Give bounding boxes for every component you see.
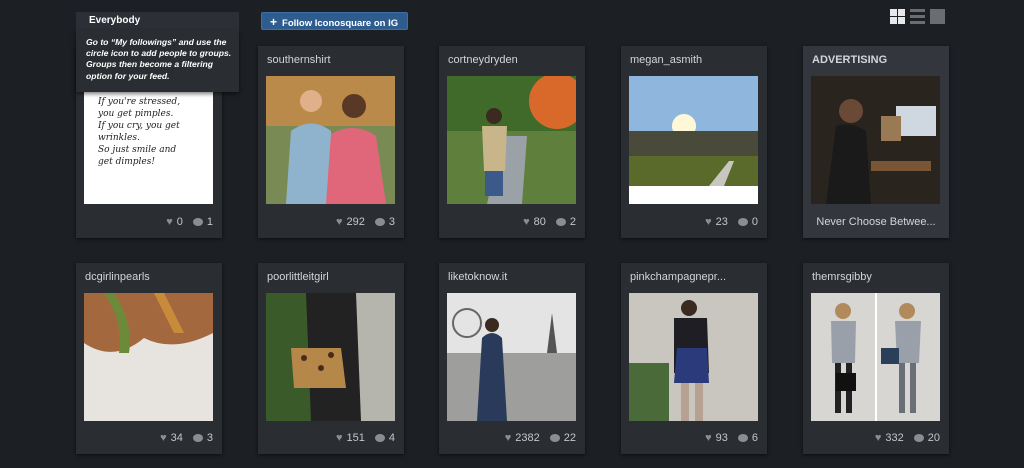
username[interactable]: pinkchampagnepr... [630, 271, 760, 283]
like-count: 34 [170, 432, 183, 444]
post-photo[interactable] [629, 76, 758, 204]
like-count: 23 [715, 216, 728, 228]
heart-icon[interactable]: ♥ [705, 432, 712, 444]
post-stats: ♥ 93 6 [705, 432, 758, 444]
feed-card[interactable]: liketoknow.it ♥ 2382 22 [439, 263, 585, 454]
advertising-label: ADVERTISING [812, 54, 888, 66]
post-photo[interactable]: If you're stressed, you get pimples. If … [84, 76, 213, 204]
heart-icon[interactable]: ♥ [166, 216, 173, 228]
post-photo[interactable] [629, 293, 758, 421]
comment-count: 22 [563, 432, 576, 444]
comment-count: 3 [206, 432, 213, 444]
username[interactable]: liketoknow.it [448, 271, 578, 283]
feed-card[interactable]: cortneydryden ♥ 80 2 [439, 46, 585, 238]
post-stats: ♥ 332 20 [875, 432, 940, 444]
comment-icon[interactable] [374, 218, 385, 226]
group-filter-badge[interactable]: Everybody [76, 12, 239, 30]
plus-icon: + [270, 15, 278, 29]
comment-count: 0 [751, 216, 758, 228]
comment-icon[interactable] [737, 434, 748, 442]
username[interactable]: poorlittleitgirl [267, 271, 397, 283]
post-stats: ♥ 151 4 [336, 432, 395, 444]
heart-icon[interactable]: ♥ [160, 432, 167, 444]
feed-card[interactable]: pinkchampagnepr... ♥ 93 6 [621, 263, 767, 454]
feed-card[interactable]: megan_asmith ♥ 23 0 [621, 46, 767, 238]
comment-count: 2 [569, 216, 576, 228]
username[interactable]: themrsgibby [812, 271, 942, 283]
grid-view-icon[interactable] [890, 9, 905, 24]
post-stats: ♥ 2382 22 [505, 432, 576, 444]
post-stats: ♥ 23 0 [705, 216, 758, 228]
like-count: 332 [885, 432, 904, 444]
post-photo[interactable] [266, 293, 395, 421]
post-stats: ♥ 292 3 [336, 216, 395, 228]
view-toggle [890, 9, 945, 24]
comment-count: 20 [927, 432, 940, 444]
comment-icon[interactable] [737, 218, 748, 226]
single-view-icon[interactable] [930, 9, 945, 24]
ad-photo[interactable] [811, 76, 940, 204]
comment-icon[interactable] [549, 434, 560, 442]
comment-icon[interactable] [192, 434, 203, 442]
like-count: 292 [346, 216, 365, 228]
like-count: 93 [715, 432, 728, 444]
feed-card[interactable]: poorlittleitgirl ♥ 151 4 [258, 263, 404, 454]
heart-icon[interactable]: ♥ [336, 432, 343, 444]
like-count: 0 [176, 216, 183, 228]
post-stats: ♥ 0 1 [166, 216, 213, 228]
username[interactable]: megan_asmith [630, 54, 760, 66]
heart-icon[interactable]: ♥ [875, 432, 882, 444]
comment-icon[interactable] [913, 434, 924, 442]
heart-icon[interactable]: ♥ [336, 216, 343, 228]
comment-count: 6 [751, 432, 758, 444]
post-photo[interactable] [266, 76, 395, 204]
heart-icon[interactable]: ♥ [523, 216, 530, 228]
like-count: 2382 [515, 432, 540, 444]
comment-count: 4 [388, 432, 395, 444]
heart-icon[interactable]: ♥ [505, 432, 512, 444]
comment-icon[interactable] [374, 434, 385, 442]
username[interactable]: southernshirt [267, 54, 397, 66]
username[interactable]: cortneydryden [448, 54, 578, 66]
groups-tooltip: Go to “My followings” and use the circle… [76, 30, 239, 92]
feed-card[interactable]: themrsgibby ♥ 332 20 [803, 263, 949, 454]
post-photo[interactable] [84, 293, 213, 421]
post-stats: ♥ 34 3 [160, 432, 213, 444]
list-view-icon[interactable] [910, 9, 925, 24]
post-photo[interactable] [811, 293, 940, 421]
post-photo[interactable] [447, 293, 576, 421]
advertising-card[interactable]: ADVERTISING Never Choose Betwee... [803, 46, 949, 238]
like-count: 80 [533, 216, 546, 228]
feed-card[interactable]: southernshirt ♥ 292 3 [258, 46, 404, 238]
comment-count: 1 [206, 216, 213, 228]
follow-iconosquare-button[interactable]: + Follow Iconosquare on IG [261, 12, 408, 30]
post-photo[interactable] [447, 76, 576, 204]
username[interactable]: dcgirlinpearls [85, 271, 215, 283]
heart-icon[interactable]: ♥ [705, 216, 712, 228]
comment-icon[interactable] [192, 218, 203, 226]
post-stats: ♥ 80 2 [523, 216, 576, 228]
like-count: 151 [346, 432, 365, 444]
follow-button-label: Follow Iconosquare on IG [282, 18, 399, 29]
comment-icon[interactable] [555, 218, 566, 226]
ad-caption[interactable]: Never Choose Betwee... [803, 216, 949, 228]
comment-count: 3 [388, 216, 395, 228]
feed-card[interactable]: dcgirlinpearls ♥ 34 3 [76, 263, 222, 454]
